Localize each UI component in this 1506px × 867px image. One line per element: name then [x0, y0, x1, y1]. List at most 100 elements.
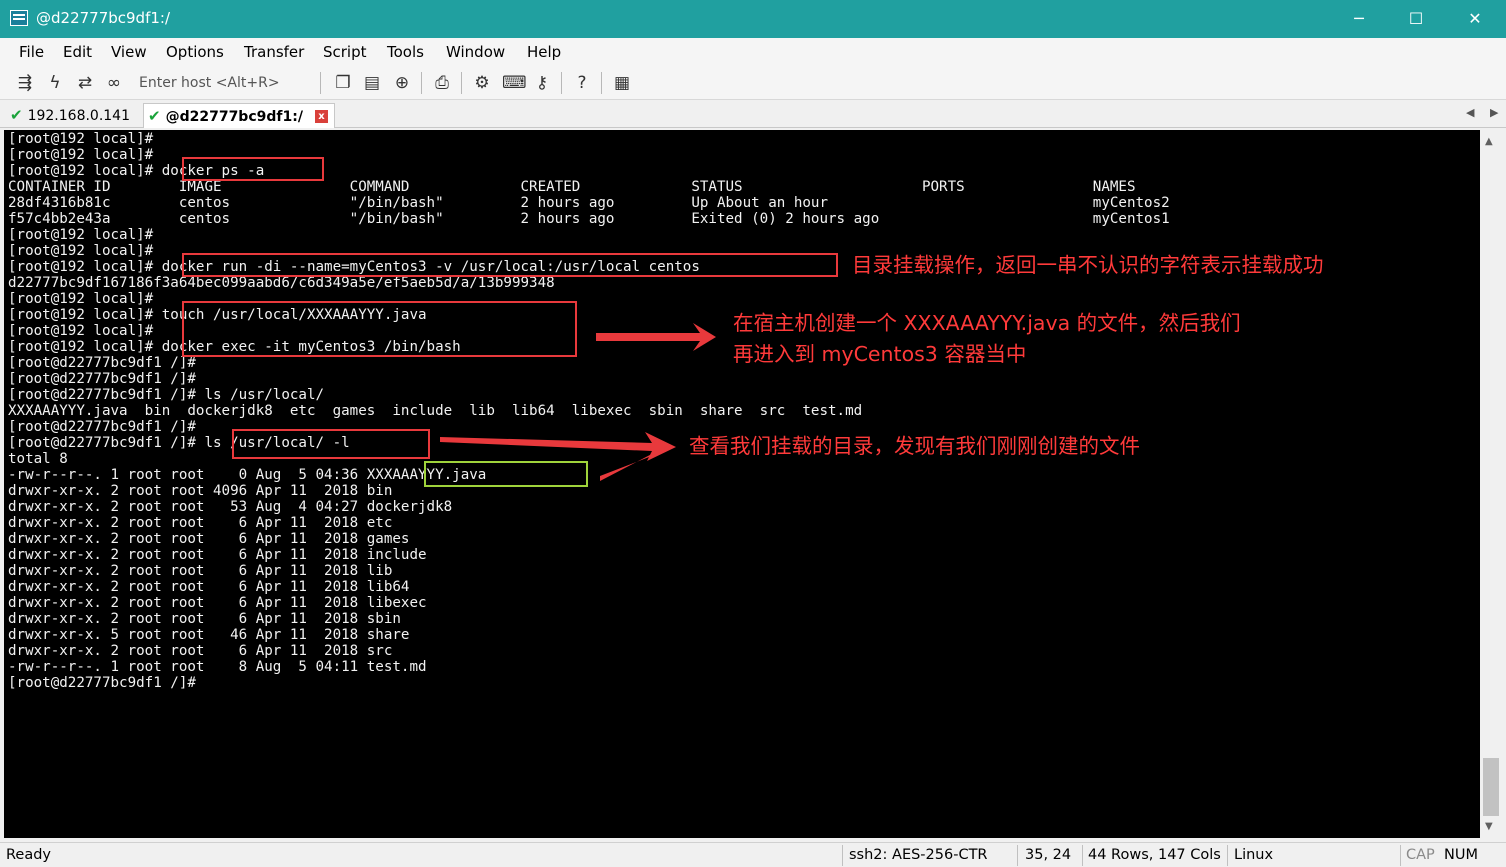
terminal-line: drwxr-xr-x. 2 root root 6 Apr 11 2018 et… — [8, 515, 393, 531]
terminal-line: CONTAINER ID IMAGE COMMAND CREATED STATU… — [8, 179, 1136, 195]
highlight-new-file — [424, 461, 588, 487]
maximize-button[interactable]: ☐ — [1391, 0, 1441, 38]
terminal-line: [root@d22777bc9df1 /]# — [8, 371, 196, 387]
terminal-line: [root@d22777bc9df1 /]# — [8, 419, 196, 435]
app-icon — [10, 10, 28, 26]
terminal-line: -rw-r--r--. 1 root root 0 Aug 5 04:36 XX… — [8, 467, 487, 483]
host-input[interactable] — [139, 74, 309, 92]
connected-check-icon: ✔ — [148, 107, 161, 125]
scroll-down-icon[interactable]: ▼ — [1485, 821, 1493, 832]
terminal-line: [root@192 local]# — [8, 243, 154, 259]
menu-options[interactable]: Options — [166, 43, 224, 61]
close-button[interactable]: ✕ — [1450, 0, 1500, 38]
session-tab-bar: ✔ 192.168.0.141 ✔ @d22777bc9df1:/ x ◀ ▶ — [0, 100, 1506, 128]
terminal-line: d22777bc9df167186f3a64bec099aabd6/c6d349… — [8, 275, 555, 291]
tab-session-d22777bc9df1[interactable]: ✔ @d22777bc9df1:/ x — [143, 103, 335, 128]
toolbar-separator — [461, 72, 462, 94]
status-ready: Ready — [6, 847, 52, 863]
terminal-line: [root@192 local]# — [8, 323, 154, 339]
toolbar: ⇶ ϟ ⇄ ∞ ❐ ▤ ⊕ ⎙ ⚙ ⌨ ⚷ ? ▦ — [0, 66, 1506, 100]
highlight-touch-exec — [182, 301, 577, 357]
terminal-line: 28df4316b81c centos "/bin/bash" 2 hours … — [8, 195, 1170, 211]
menu-view[interactable]: View — [111, 43, 147, 61]
status-os: Linux — [1234, 847, 1274, 863]
terminal-line: drwxr-xr-x. 2 root root 6 Apr 11 2018 li… — [8, 579, 410, 595]
title-bar: @d22777bc9df1:/ ─ ☐ ✕ — [0, 0, 1506, 38]
menu-window[interactable]: Window — [446, 43, 505, 61]
status-cipher: ssh2: AES-256-CTR — [849, 847, 988, 863]
terminal-line: drwxr-xr-x. 2 root root 6 Apr 11 2018 sb… — [8, 611, 401, 627]
terminal-line: [root@192 local]# — [8, 291, 154, 307]
menu-edit[interactable]: Edit — [63, 43, 92, 61]
terminal-line: total 8 — [8, 451, 68, 467]
highlight-ls-l — [232, 429, 430, 459]
window-title: @d22777bc9df1:/ — [36, 9, 171, 27]
status-terminal-size: 44 Rows, 147 Cols — [1088, 847, 1221, 863]
terminal-scrollbar[interactable]: ▲ ▼ — [1480, 130, 1502, 838]
terminal-line: drwxr-xr-x. 2 root root 6 Apr 11 2018 li… — [8, 595, 427, 611]
terminal-screen[interactable]: [root@192 local]# [root@192 local]# [root@… — [4, 130, 1480, 838]
copy-icon[interactable]: ❐ — [333, 73, 353, 93]
terminal-line: XXXAAAYYY.java bin dockerjdk8 etc games … — [8, 403, 863, 419]
toolbar-separator — [421, 72, 422, 94]
reconnect-icon[interactable]: ⇄ — [75, 73, 95, 93]
terminal-line: [root@d22777bc9df1 /]# ls /usr/local/ — [8, 387, 325, 403]
help-icon[interactable]: ? — [572, 73, 592, 93]
status-separator — [1082, 845, 1083, 866]
tab-scroll-left-icon[interactable]: ◀ — [1466, 106, 1474, 119]
terminal-line: drwxr-xr-x. 2 root root 6 Apr 11 2018 li… — [8, 563, 393, 579]
tab-label: 192.168.0.141 — [27, 108, 131, 124]
terminal-line: drwxr-xr-x. 2 root root 6 Apr 11 2018 in… — [8, 547, 427, 563]
terminal-line: f57c4bb2e43a centos "/bin/bash" 2 hours … — [8, 211, 1170, 227]
settings-icon[interactable]: ⚙ — [472, 73, 492, 93]
status-bar: Ready ssh2: AES-256-CTR 35, 24 44 Rows, … — [0, 842, 1506, 867]
status-separator — [1227, 845, 1228, 866]
status-separator — [1400, 845, 1401, 866]
annotation-touch-line1: 在宿主机创建一个 XXXAAAYYY.java 的文件，然后我们 — [733, 311, 1241, 335]
paste-icon[interactable]: ▤ — [362, 73, 382, 93]
terminal-line: drwxr-xr-x. 2 root root 53 Aug 4 04:27 d… — [8, 499, 453, 515]
status-num-lock: NUM — [1444, 847, 1478, 863]
menu-transfer[interactable]: Transfer — [244, 43, 304, 61]
annotation-touch-line2: 再进入到 myCentos3 容器当中 — [733, 342, 1027, 366]
status-cursor-position: 35, 24 — [1025, 847, 1072, 863]
terminal-line: drwxr-xr-x. 2 root root 4096 Apr 11 2018… — [8, 483, 393, 499]
sftp-icon[interactable]: ⚷ — [532, 73, 552, 93]
terminal-line: -rw-r--r--. 1 root root 8 Aug 5 04:11 te… — [8, 659, 427, 675]
minimize-button[interactable]: ─ — [1334, 0, 1384, 38]
menu-tools[interactable]: Tools — [387, 43, 424, 61]
tab-close-icon[interactable]: x — [315, 110, 328, 123]
status-separator — [1017, 845, 1018, 866]
status-caps-lock: CAP — [1406, 847, 1435, 863]
tab-scroll-right-icon[interactable]: ▶ — [1490, 106, 1498, 119]
menu-help[interactable]: Help — [527, 43, 561, 61]
about-icon[interactable]: ▦ — [612, 73, 632, 93]
disconnect-icon[interactable]: ∞ — [104, 73, 124, 93]
highlight-docker-ps — [182, 157, 324, 181]
terminal-line: [root@192 local]# — [8, 227, 154, 243]
terminal-line: [root@192 local]# — [8, 147, 154, 163]
terminal-line: [root@d22777bc9df1 /]# — [8, 675, 196, 691]
tab-session-192-168-0-141[interactable]: ✔ 192.168.0.141 — [6, 103, 136, 128]
print-icon[interactable]: ⎙ — [432, 73, 452, 93]
toolbar-separator — [601, 72, 602, 94]
terminal-line: drwxr-xr-x. 5 root root 46 Apr 11 2018 s… — [8, 627, 410, 643]
scrollbar-thumb[interactable] — [1483, 758, 1499, 816]
terminal-line: [root@d22777bc9df1 /]# — [8, 355, 196, 371]
menu-script[interactable]: Script — [323, 43, 367, 61]
find-icon[interactable]: ⊕ — [392, 73, 412, 93]
keymap-icon[interactable]: ⌨ — [502, 73, 527, 93]
tab-label: @d22777bc9df1:/ — [165, 109, 303, 125]
connect-icon[interactable]: ⇶ — [15, 73, 35, 93]
annotation-mount: 目录挂载操作，返回一串不认识的字符表示挂载成功 — [852, 253, 1324, 277]
annotation-ls: 查看我们挂载的目录，发现有我们刚刚创建的文件 — [689, 434, 1140, 458]
terminal-line: drwxr-xr-x. 2 root root 6 Apr 11 2018 sr… — [8, 643, 393, 659]
highlight-docker-run — [182, 253, 838, 277]
status-separator — [842, 845, 843, 866]
connected-check-icon: ✔ — [10, 106, 23, 124]
terminal-line: [root@192 local]# — [8, 131, 154, 147]
toolbar-separator — [561, 72, 562, 94]
menu-file[interactable]: File — [19, 43, 44, 61]
quick-connect-icon[interactable]: ϟ — [45, 73, 65, 93]
scroll-up-icon[interactable]: ▲ — [1485, 136, 1493, 147]
